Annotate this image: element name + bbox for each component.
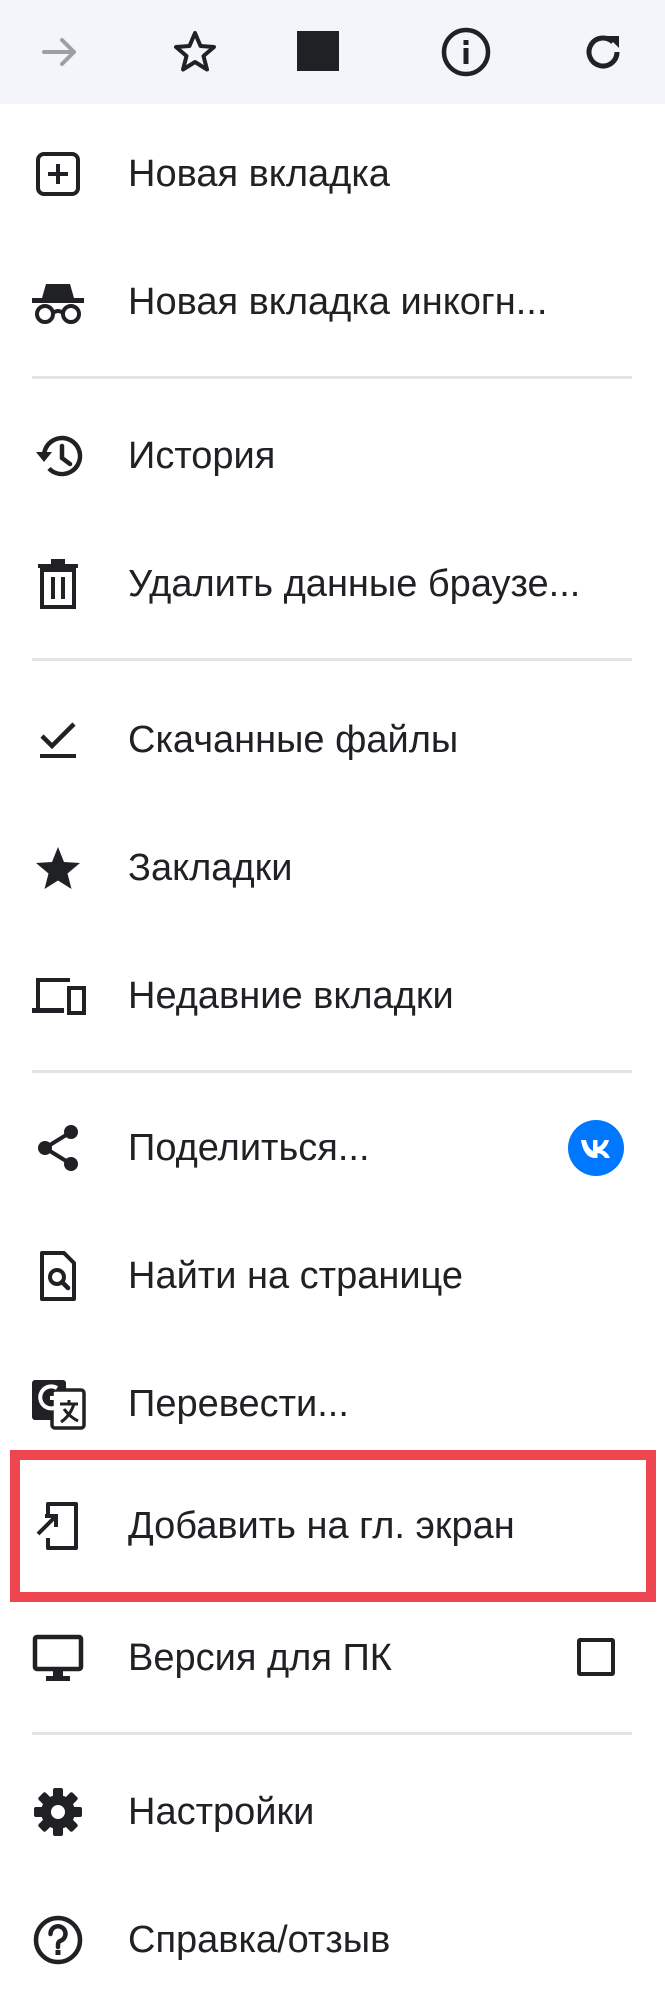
refresh-icon — [586, 35, 620, 69]
menu-item-label: История — [128, 435, 276, 477]
menu-item-label: Найти на странице — [128, 1255, 464, 1297]
menu-item-incognito[interactable]: Новая вкладка инкогн... — [0, 238, 665, 366]
menu-item-history[interactable]: История — [0, 392, 665, 520]
devices-icon — [30, 970, 86, 1022]
history-icon — [30, 430, 86, 482]
menu-item-label: Скачанные файлы — [128, 719, 459, 761]
menu-divider — [32, 376, 632, 379]
vk-share-button[interactable] — [568, 1120, 624, 1176]
menu-item-label: Версия для ПК — [128, 1637, 392, 1679]
menu-item-downloads[interactable]: Скачанные файлы — [0, 676, 665, 804]
menu-item-label: Закладки — [128, 847, 293, 889]
menu-item-help[interactable]: Справка/отзыв — [0, 1876, 665, 2004]
square-icon — [297, 31, 339, 71]
vk-icon — [568, 1120, 624, 1176]
menu-item-label: Настройки — [128, 1791, 315, 1833]
menu-item-label: Новая вкладка инкогн... — [128, 281, 548, 323]
share-icon — [30, 1122, 86, 1174]
reload-button[interactable] — [563, 12, 643, 92]
highlight-box — [10, 1450, 656, 1602]
menu-item-bookmarks[interactable]: Закладки — [0, 804, 665, 932]
menu-item-label: Удалить данные браузе... — [128, 563, 581, 605]
menu-item-find-in-page[interactable]: Найти на странице — [0, 1212, 665, 1340]
menu-item-label: Поделиться... — [128, 1127, 370, 1169]
menu-item-recent-tabs[interactable]: Недавние вкладки — [0, 932, 665, 1060]
menu-divider — [32, 658, 632, 661]
bookmark-button[interactable] — [155, 12, 235, 92]
add-box-icon — [30, 148, 86, 200]
menu-item-share[interactable]: Поделиться... — [0, 1084, 665, 1212]
page-info-button[interactable] — [426, 12, 506, 92]
menu-item-label: Справка/отзыв — [128, 1919, 391, 1961]
desktop-site-checkbox[interactable] — [577, 1638, 615, 1676]
menu-item-settings[interactable]: Настройки — [0, 1748, 665, 1876]
download-page-button[interactable] — [278, 12, 358, 92]
menu-divider — [32, 1070, 632, 1073]
menu-item-label: Новая вкладка — [128, 153, 390, 195]
download-done-icon — [30, 714, 86, 766]
incognito-icon — [30, 276, 86, 328]
menu-item-label: Перевести... — [128, 1383, 349, 1425]
help-icon — [30, 1914, 86, 1966]
trash-icon — [30, 558, 86, 610]
desktop-icon — [30, 1632, 86, 1684]
star-outline-icon — [174, 31, 216, 72]
menu-item-translate[interactable]: Перевести... — [0, 1340, 665, 1468]
menu-item-desktop-site[interactable]: Версия для ПК — [0, 1594, 665, 1722]
menu-item-new-tab[interactable]: Новая вкладка — [0, 110, 665, 238]
menu-item-clear-data[interactable]: Удалить данные браузе... — [0, 520, 665, 648]
translate-icon — [30, 1378, 86, 1430]
info-icon — [441, 27, 491, 77]
gear-icon — [30, 1786, 86, 1838]
find-in-page-icon — [30, 1250, 86, 1302]
menu-divider — [32, 1732, 632, 1735]
menu-item-label: Недавние вкладки — [128, 975, 454, 1017]
arrow-right-icon — [42, 38, 76, 66]
browser-toolbar — [0, 0, 665, 104]
forward-button[interactable] — [20, 12, 100, 92]
star-icon — [30, 842, 86, 894]
